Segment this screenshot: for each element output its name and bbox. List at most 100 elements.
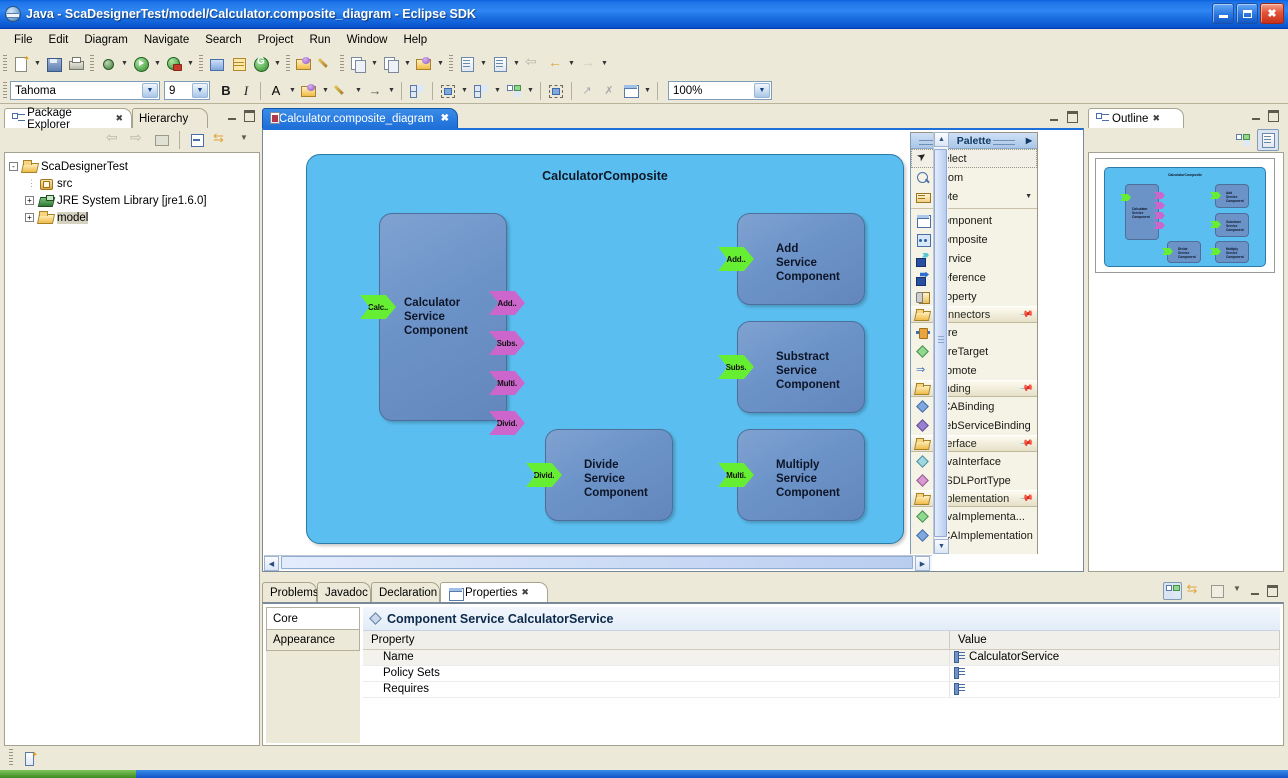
copy2-button[interactable]	[380, 53, 402, 75]
minimize-icon[interactable]	[1247, 584, 1262, 598]
copy-dropdown[interactable]: ▼	[369, 53, 380, 75]
palette-node-service[interactable]: Service	[911, 249, 1037, 268]
reference-port-divide[interactable]: Divid.	[489, 411, 525, 435]
page-outline-button[interactable]	[1257, 129, 1279, 151]
tree-node-project[interactable]: - ScaDesignerTest	[5, 158, 259, 175]
outline-thumbnail[interactable]: CalculatorComposite Calculator Service C…	[1095, 158, 1275, 273]
minimize-button[interactable]	[1212, 3, 1234, 24]
distribute-dropdown[interactable]: ▼	[492, 80, 503, 102]
grid-button[interactable]	[228, 53, 250, 75]
component-add-service[interactable]: Add Service Component	[737, 213, 865, 305]
palette-node-composite[interactable]: Composite	[911, 230, 1037, 249]
table-row[interactable]: Requires	[363, 681, 1280, 698]
font-size-combo[interactable]: 9 ▼	[164, 81, 210, 100]
close-icon[interactable]: ✖	[441, 113, 449, 124]
expander-icon[interactable]: +	[25, 196, 34, 205]
maximize-icon[interactable]	[1265, 584, 1280, 598]
palette-node-component[interactable]: Component	[911, 211, 1037, 230]
close-icon[interactable]: ✖	[115, 113, 123, 124]
generate-button[interactable]	[206, 53, 228, 75]
menu-project[interactable]: Project	[250, 32, 302, 48]
palette-tool-select[interactable]: Select	[911, 149, 1037, 168]
font-family-combo[interactable]: Tahoma ▼	[10, 81, 160, 100]
toolbar-grip[interactable]	[3, 54, 7, 73]
palette-connector-wire[interactable]: Wire	[911, 323, 1037, 342]
link-with-editor-button[interactable]	[210, 129, 232, 151]
align-dropdown[interactable]: ▼	[459, 80, 470, 102]
expander-icon[interactable]: -	[9, 162, 18, 171]
tab-outline[interactable]: Outline ✖	[1088, 108, 1184, 128]
tab-javadoc[interactable]: Javadoc	[317, 582, 371, 602]
show-categories-button[interactable]	[1163, 582, 1182, 600]
folder-dropdown[interactable]: ▼	[435, 53, 446, 75]
close-button[interactable]: ✖	[1260, 3, 1284, 24]
tab-package-explorer[interactable]: Package Explorer ✖	[4, 107, 132, 131]
annotate-dropdown[interactable]: ▼	[478, 53, 489, 75]
maximize-icon[interactable]	[1266, 109, 1281, 123]
palette-connector-wiretarget[interactable]: WireTarget	[911, 342, 1037, 361]
status-grip[interactable]	[9, 749, 13, 767]
next-dropdown[interactable]: ▼	[599, 53, 610, 75]
bold-button[interactable]: B	[216, 81, 236, 101]
chevron-down-icon[interactable]: ▼	[1025, 193, 1032, 200]
chevron-down-icon[interactable]: ▼	[142, 83, 158, 98]
debug-dropdown[interactable]: ▼	[119, 53, 130, 75]
line-style-button[interactable]: →	[364, 80, 386, 102]
palette-tool-zoom[interactable]: Zoom	[911, 168, 1037, 187]
tree-node-model[interactable]: + model	[5, 209, 259, 226]
zoom-combo[interactable]: 100% ▼	[668, 81, 772, 100]
page-break-dropdown[interactable]: ▼	[642, 80, 653, 102]
canvas-horizontal-scrollbar[interactable]: ◀ ▶	[264, 555, 932, 571]
order-button[interactable]	[503, 80, 525, 102]
horizontal-scroll-thumb[interactable]	[281, 556, 913, 569]
up-button[interactable]	[151, 129, 173, 151]
green-run-dropdown[interactable]: ▼	[272, 53, 283, 75]
maximize-icon[interactable]	[242, 109, 257, 123]
next-button[interactable]	[577, 53, 599, 75]
tab-calculator-composite-diagram[interactable]: *Calculator.composite_diagram ✖	[262, 108, 458, 128]
chevron-down-icon[interactable]: ▼	[192, 83, 208, 98]
tab-properties[interactable]: Properties ✖	[440, 582, 548, 602]
palette-node-property[interactable]: Property	[911, 287, 1037, 306]
save-button[interactable]	[43, 53, 65, 75]
property-value-cell[interactable]: CalculatorService	[949, 649, 1280, 666]
toolbar-grip-6[interactable]	[449, 54, 453, 73]
route-button[interactable]: ↗	[576, 80, 598, 102]
menu-diagram[interactable]: Diagram	[76, 32, 135, 48]
menu-file[interactable]: File	[6, 32, 41, 48]
run-external-dropdown[interactable]: ▼	[185, 53, 196, 75]
pin-icon[interactable]: 📌	[1019, 491, 1034, 506]
diagram-canvas[interactable]: CalculatorComposite Calculator Service C…	[264, 131, 1054, 554]
component-multiply-service[interactable]: Multiply Service Component	[737, 429, 865, 521]
page-break-button[interactable]	[620, 80, 642, 102]
menu-navigate[interactable]: Navigate	[136, 32, 197, 48]
toolbar-grip-5[interactable]	[340, 54, 344, 73]
palette-group-connectors[interactable]: Connectors 📌	[911, 306, 1037, 323]
previous-button[interactable]	[544, 53, 566, 75]
menu-window[interactable]: Window	[339, 32, 396, 48]
table-row[interactable]: Policy Sets	[363, 665, 1280, 682]
chevron-down-icon[interactable]: ▼	[754, 83, 770, 98]
green-run-button[interactable]	[250, 53, 272, 75]
distribute-button[interactable]	[470, 80, 492, 102]
close-icon[interactable]: ✖	[1152, 113, 1160, 124]
property-value-cell[interactable]	[949, 665, 1280, 682]
toolbar-grip-4[interactable]	[286, 54, 290, 73]
tab-declaration[interactable]: Declaration	[371, 582, 440, 602]
line-color-button[interactable]	[331, 80, 353, 102]
view-menu-button[interactable]	[234, 129, 256, 151]
restore-button[interactable]	[1236, 3, 1258, 24]
view-menu-button[interactable]	[1229, 582, 1244, 600]
composite-calculator[interactable]: CalculatorComposite Calculator Service C…	[306, 154, 904, 544]
back-button[interactable]	[103, 129, 125, 151]
palette-node-reference[interactable]: Reference	[911, 268, 1037, 287]
line-color-dropdown[interactable]: ▼	[353, 80, 364, 102]
menu-edit[interactable]: Edit	[41, 32, 77, 48]
new-button[interactable]	[10, 53, 32, 75]
export-button[interactable]	[489, 53, 511, 75]
nomarker-button[interactable]: ✗	[598, 80, 620, 102]
font-color-dropdown[interactable]: ▼	[287, 80, 298, 102]
palette-tool-note[interactable]: Note ▼	[911, 187, 1037, 206]
previous-dropdown[interactable]: ▼	[566, 53, 577, 75]
table-row[interactable]: Name CalculatorService	[363, 649, 1280, 666]
